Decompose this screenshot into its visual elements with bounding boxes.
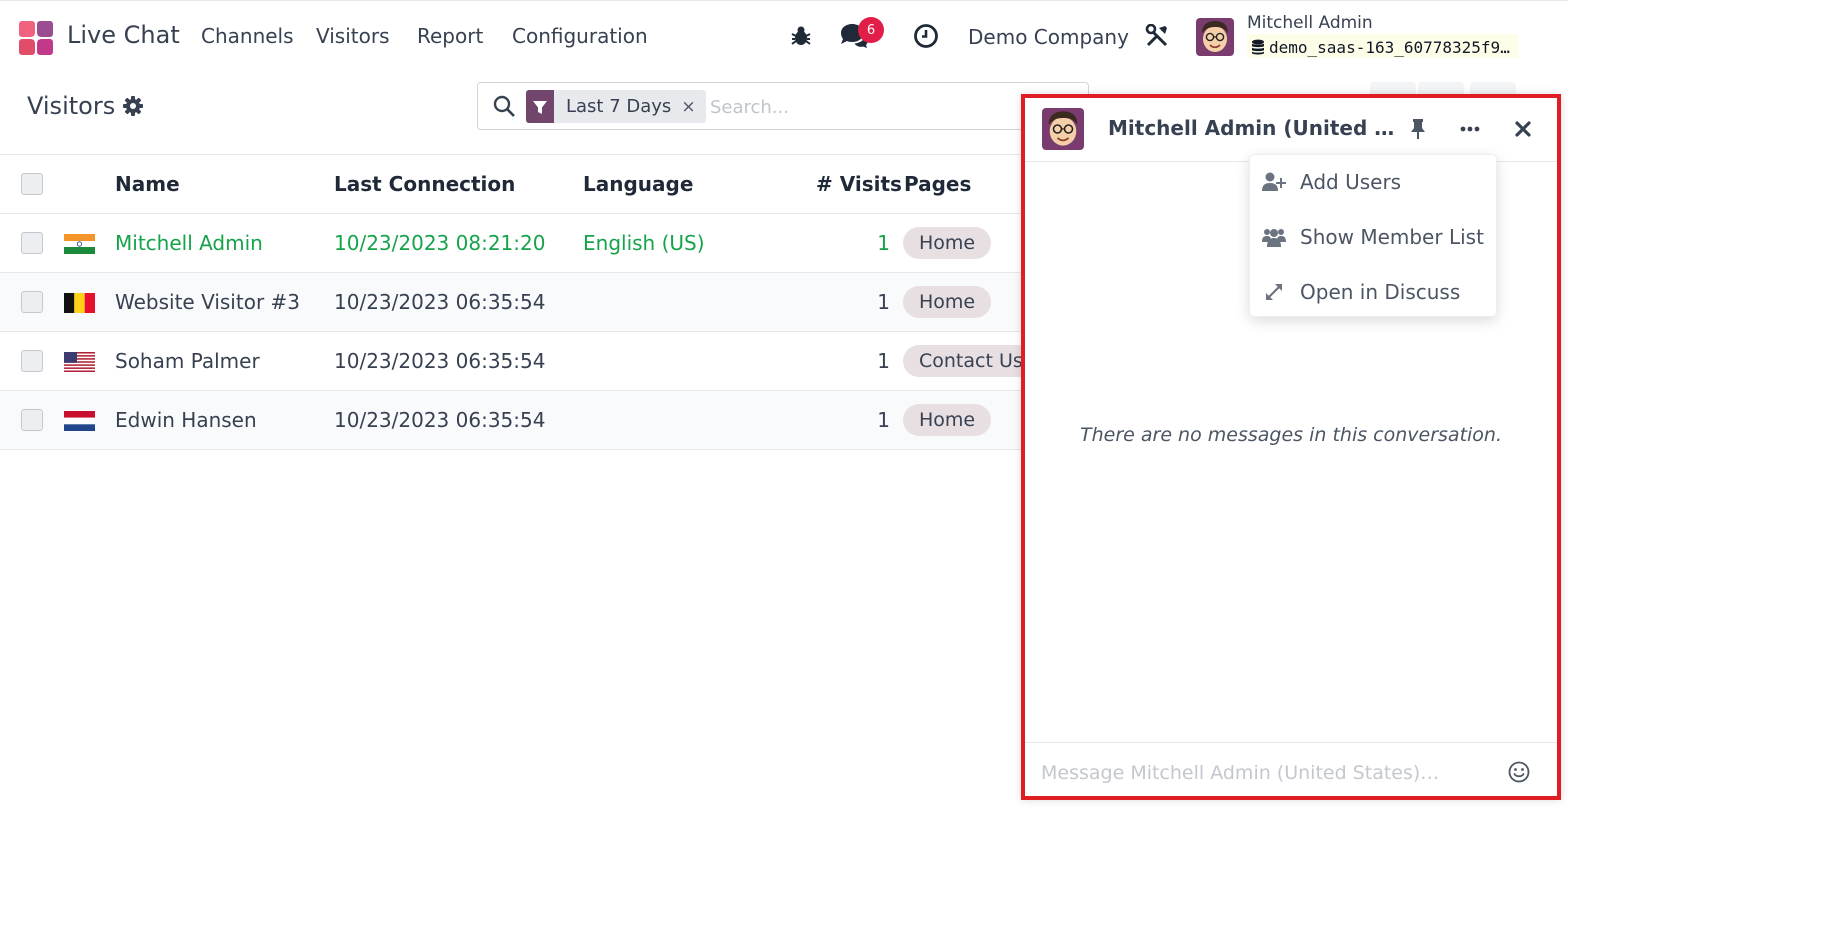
search-icon[interactable] (492, 94, 516, 118)
chat-composer (1025, 742, 1557, 800)
menu-item-show-member-list[interactable]: Show Member List (1250, 210, 1498, 264)
database-name: demo_saas-163_60778325f9… (1269, 37, 1510, 57)
visitor-name[interactable]: Website Visitor #3 (115, 290, 300, 314)
column-name[interactable]: Name (115, 172, 180, 196)
chat-avatar[interactable] (1042, 108, 1084, 150)
select-all-checkbox[interactable] (21, 173, 43, 195)
menu-item-open-in-discuss[interactable]: Open in Discuss (1250, 265, 1498, 319)
visit-count: 1 (877, 349, 890, 373)
row-checkbox[interactable] (21, 232, 43, 254)
menu-visitors[interactable]: Visitors (316, 24, 390, 48)
facet-label: Last 7 Days (566, 96, 672, 117)
app-name[interactable]: Live Chat (67, 21, 180, 49)
chat-header: Mitchell Admin (United States) (1025, 98, 1557, 162)
page-tag: Home (903, 286, 992, 318)
page-tag: Home (903, 404, 992, 436)
last-connection: 10/23/2023 08:21:20 (334, 231, 546, 255)
top-navbar: Live Chat Channels Visitors Report Confi… (0, 0, 1568, 72)
table-row[interactable]: Website Visitor #3 10/23/2023 06:35:54 1… (0, 273, 1030, 332)
usa-flag-icon (64, 352, 95, 372)
menu-item-add-users[interactable]: Add Users (1250, 155, 1498, 209)
column-pages[interactable]: Pages (904, 172, 971, 196)
chat-window: Mitchell Admin (United States) (1021, 94, 1561, 800)
row-checkbox[interactable] (21, 409, 43, 431)
search-input[interactable] (710, 93, 1010, 121)
close-icon[interactable] (1510, 116, 1536, 142)
expand-icon (1262, 280, 1286, 304)
database-label: demo_saas-163_60778325f9… (1247, 34, 1518, 58)
gear-icon[interactable] (122, 95, 144, 117)
chat-title[interactable]: Mitchell Admin (United States) (1108, 116, 1398, 140)
menu-label: Open in Discuss (1300, 280, 1461, 304)
activity-clock-icon[interactable] (912, 21, 940, 51)
column-visits[interactable]: # Visits (816, 172, 902, 196)
visitor-name[interactable]: Mitchell Admin (115, 231, 263, 255)
message-input[interactable] (1041, 759, 1481, 787)
menu-label: Show Member List (1300, 225, 1484, 249)
column-language[interactable]: Language (583, 172, 693, 196)
empty-conversation-message: There are no messages in this conversati… (1080, 424, 1502, 446)
india-flag-icon (64, 234, 95, 254)
column-last-connection[interactable]: Last Connection (334, 172, 515, 196)
tools-icon[interactable] (1143, 21, 1171, 51)
users-icon (1262, 225, 1286, 249)
list-header: Name Last Connection Language # Visits P… (0, 155, 1030, 214)
user-avatar[interactable] (1196, 18, 1234, 56)
facet-remove-icon[interactable]: × (681, 97, 705, 117)
menu-channels[interactable]: Channels (201, 24, 294, 48)
visit-count: 1 (877, 231, 890, 255)
netherlands-flag-icon (64, 411, 95, 431)
visitor-name[interactable]: Edwin Hansen (115, 408, 257, 432)
visitors-list: Name Last Connection Language # Visits P… (0, 154, 1039, 450)
visitor-name[interactable]: Soham Palmer (115, 349, 260, 373)
messages-badge: 6 (858, 17, 884, 43)
add-user-icon (1262, 170, 1286, 194)
last-connection: 10/23/2023 06:35:54 (334, 408, 546, 432)
user-name[interactable]: Mitchell Admin (1247, 13, 1373, 33)
company-switcher[interactable]: Demo Company (968, 25, 1129, 49)
database-icon (1252, 39, 1264, 55)
filter-icon (526, 90, 554, 123)
page-tag: Contact Us (903, 345, 1039, 377)
menu-configuration[interactable]: Configuration (512, 24, 648, 48)
chat-options-dropdown: Add Users Show Member List Open in Discu… (1249, 154, 1497, 317)
filter-facet: Last 7 Days × (526, 90, 706, 123)
language: English (US) (583, 231, 705, 255)
menu-label: Add Users (1300, 170, 1402, 194)
debug-bug-icon[interactable] (787, 21, 815, 51)
belgium-flag-icon (64, 293, 95, 313)
live-chat-logo-icon[interactable] (19, 21, 53, 55)
search-bar: Last 7 Days × (477, 82, 1089, 130)
table-row[interactable]: Soham Palmer 10/23/2023 06:35:54 1 Conta… (0, 332, 1039, 391)
row-checkbox[interactable] (21, 291, 43, 313)
menu-report[interactable]: Report (417, 24, 483, 48)
pin-icon[interactable] (1405, 116, 1431, 142)
more-options-icon[interactable] (1457, 116, 1483, 142)
last-connection: 10/23/2023 06:35:54 (334, 290, 546, 314)
row-checkbox[interactable] (21, 350, 43, 372)
last-connection: 10/23/2023 06:35:54 (334, 349, 546, 373)
visit-count: 1 (877, 290, 890, 314)
visit-count: 1 (877, 408, 890, 432)
table-row[interactable]: Edwin Hansen 10/23/2023 06:35:54 1 Home (0, 391, 1030, 450)
page-tag: Home (903, 227, 992, 259)
emoji-icon[interactable] (1507, 760, 1531, 784)
page-title: Visitors (27, 92, 116, 120)
table-row[interactable]: Mitchell Admin 10/23/2023 08:21:20 Engli… (0, 214, 1030, 273)
